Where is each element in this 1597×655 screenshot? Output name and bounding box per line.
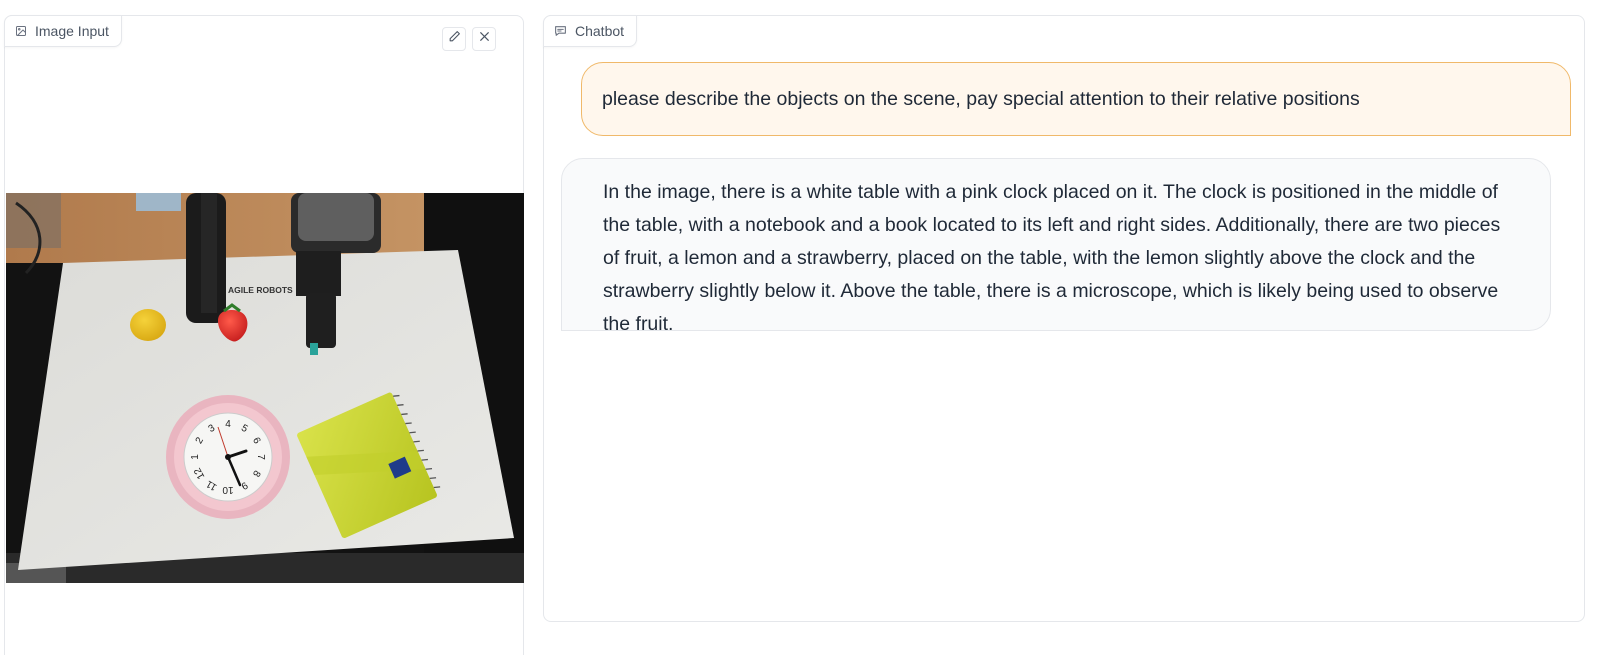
chat-icon <box>554 25 567 37</box>
clock-numeral-10: 10 <box>222 484 234 495</box>
uploaded-photo: AGILE ROBOTS 12 1 2 3 4 5 6 7 8 9 10 11 <box>6 193 524 583</box>
user-message: please describe the objects on the scene… <box>581 62 1571 136</box>
image-icon <box>15 25 27 37</box>
clock-numeral-7: 7 <box>255 454 266 460</box>
image-input-label: Image Input <box>4 15 122 47</box>
image-input-label-text: Image Input <box>35 23 109 39</box>
chatbot-label-text: Chatbot <box>575 23 625 39</box>
bot-message: In the image, there is a white table wit… <box>561 158 1551 335</box>
chatbot-label: Chatbot <box>543 15 638 47</box>
image-input-panel: Image Input AGILE ROBOTS 12 1 2 3 4 5 6 … <box>4 15 524 655</box>
close-icon <box>478 30 491 48</box>
edit-icon <box>448 30 461 48</box>
bot-message-text: In the image, there is a white table wit… <box>603 181 1501 335</box>
edit-image-button[interactable] <box>442 27 466 51</box>
clock-numeral-4: 4 <box>225 419 231 430</box>
clock-numeral-1: 1 <box>190 454 201 460</box>
robot-brand-text: AGILE ROBOTS <box>228 285 293 295</box>
user-message-text: please describe the objects on the scene… <box>602 88 1360 110</box>
chatbot-panel: Chatbot please describe the objects on t… <box>543 15 1585 622</box>
clear-image-button[interactable] <box>472 27 496 51</box>
